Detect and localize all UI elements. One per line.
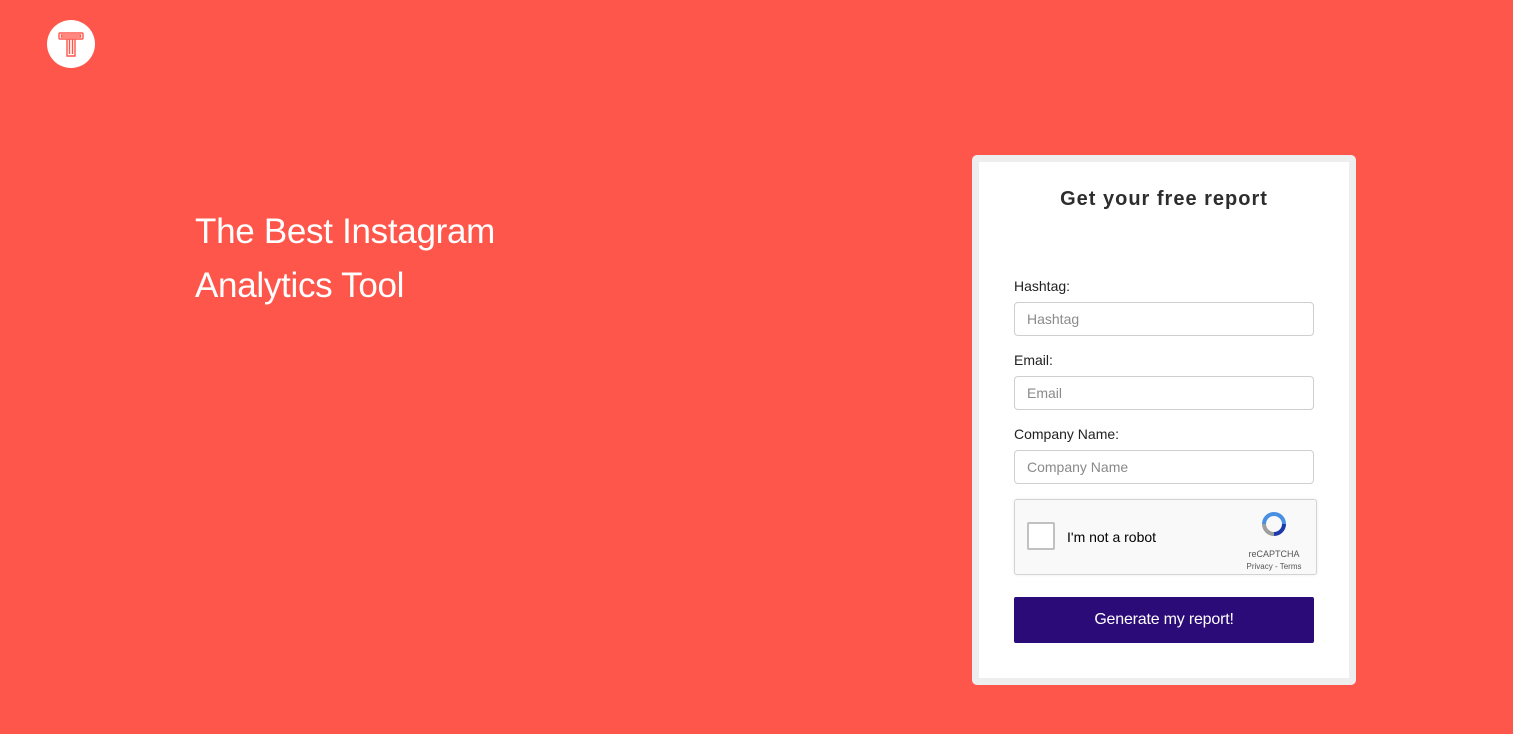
report-form-card: Get your free report Hashtag: Email: Com… <box>972 155 1356 685</box>
company-name-input[interactable] <box>1014 450 1314 484</box>
hero-line-2: Analytics Tool <box>195 266 405 305</box>
logo[interactable] <box>47 20 95 68</box>
hero-heading: The Best Instagram Analytics Tool <box>195 205 495 313</box>
recaptcha-logo: reCAPTCHA Privacy - Terms <box>1244 508 1304 572</box>
recaptcha-label: I'm not a robot <box>1067 529 1157 545</box>
company-name-label: Company Name: <box>1014 426 1120 442</box>
recaptcha-icon <box>1262 512 1286 536</box>
email-input[interactable] <box>1014 376 1314 410</box>
recaptcha-widget: I'm not a robot reCAPTCHA Privacy - Term… <box>1014 499 1317 575</box>
hashtag-input[interactable] <box>1014 302 1314 336</box>
hero-line-1: The Best Instagram <box>195 212 496 251</box>
t-logo-icon <box>58 32 84 57</box>
recaptcha-checkbox[interactable] <box>1027 522 1055 550</box>
hashtag-label: Hashtag: <box>1014 278 1071 294</box>
page: The Best Instagram Analytics Tool Get yo… <box>0 0 1513 734</box>
report-form: Get your free report Hashtag: Email: Com… <box>979 162 1349 678</box>
form-title: Get your free report <box>1060 188 1268 210</box>
recaptcha-privacy-terms-link[interactable]: Privacy - Terms <box>1244 562 1304 571</box>
recaptcha-brand: reCAPTCHA <box>1248 549 1300 559</box>
email-label: Email: <box>1014 352 1053 368</box>
generate-report-button[interactable]: Generate my report! <box>1014 597 1314 643</box>
